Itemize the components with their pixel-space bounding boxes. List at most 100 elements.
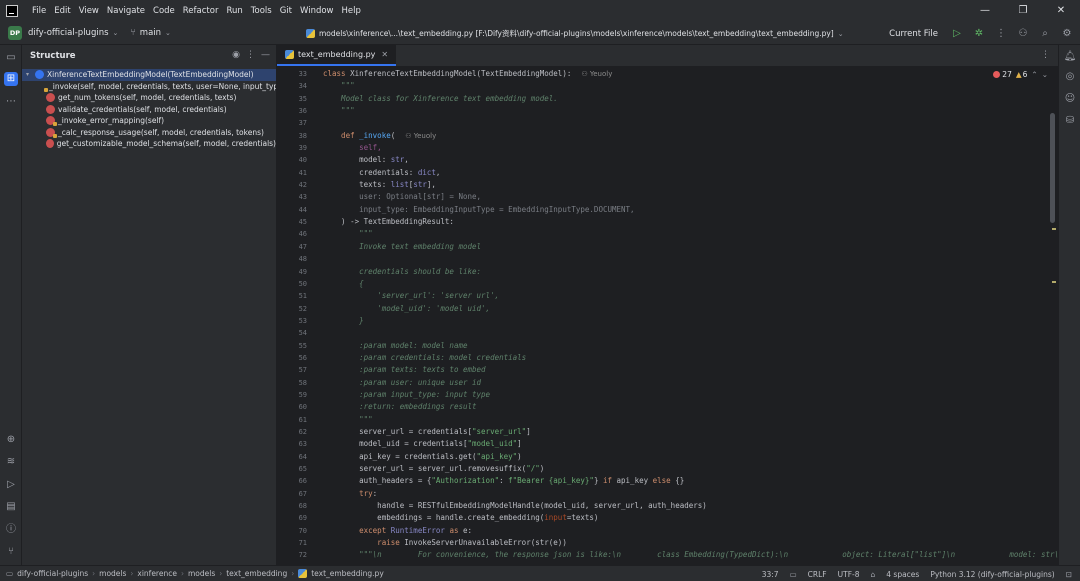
- minimize-button[interactable]: —: [966, 0, 1004, 22]
- notifications-bell-icon[interactable]: 🔔︎: [1063, 51, 1077, 62]
- project-selector[interactable]: dify-official-plugins: [28, 28, 109, 38]
- menu-navigate[interactable]: Navigate: [103, 0, 149, 22]
- menu-tools[interactable]: Tools: [247, 0, 276, 22]
- tree-item-label: get_customizable_model_schema(self, mode…: [56, 139, 276, 148]
- project-folder-icon[interactable]: ▭: [4, 51, 18, 65]
- ai-assistant-icon[interactable]: ◎: [1063, 71, 1077, 82]
- chevron-down-icon[interactable]: ⌄: [1042, 70, 1048, 79]
- breadcrumb-item[interactable]: models: [99, 569, 126, 578]
- indent-setting[interactable]: 4 spaces: [886, 570, 919, 579]
- code-line: :param texts: texts to embed: [323, 365, 486, 375]
- copilot-icon[interactable]: ☺: [1063, 93, 1077, 104]
- menu-run[interactable]: Run: [222, 0, 246, 22]
- structure-icon[interactable]: ⊞: [4, 72, 18, 86]
- more-icon[interactable]: ⋮: [992, 28, 1010, 39]
- file-path-bar[interactable]: models\xinference\...\text_embedding.py …: [306, 22, 844, 45]
- vcs-lock-icon[interactable]: ⊡: [1066, 570, 1072, 579]
- cursor-position[interactable]: 33:7: [762, 570, 779, 579]
- code-token: input: [544, 513, 567, 523]
- structure-tree: ▾ XinferenceTextEmbeddingModel(TextEmbed…: [22, 69, 276, 150]
- author-hint[interactable]: ⚇ Yeuoly: [405, 132, 436, 140]
- author-hint[interactable]: ⚇ Yeuoly: [581, 70, 612, 78]
- run-tool-icon[interactable]: ▷: [4, 478, 18, 492]
- menu-file[interactable]: File: [28, 0, 50, 22]
- window-icon[interactable]: ▭: [790, 570, 797, 579]
- tree-item-method[interactable]: get_num_tokens(self, model, credentials,…: [22, 92, 276, 104]
- maximize-button[interactable]: ❐: [1004, 0, 1042, 22]
- line-separator[interactable]: CRLF: [808, 570, 827, 579]
- tree-item-method[interactable]: _calc_response_usage(self, model, creden…: [22, 127, 276, 139]
- run-config-selector[interactable]: Current File: [889, 29, 938, 39]
- menu-code[interactable]: Code: [149, 0, 179, 22]
- property-method-icon: [46, 116, 57, 127]
- python-packages-icon[interactable]: ⊕: [4, 433, 18, 447]
- add-user-icon[interactable]: ⚇: [1014, 28, 1032, 39]
- lock-icon[interactable]: ⌂: [871, 570, 876, 579]
- eye-icon[interactable]: ◉: [232, 50, 240, 60]
- tree-item-method[interactable]: _invoke_error_mapping(self): [22, 115, 276, 127]
- code-line: :param user: unique user id: [323, 377, 482, 387]
- warning-marker[interactable]: [1052, 281, 1056, 283]
- menu-git[interactable]: Git: [276, 0, 296, 22]
- settings-gear-icon[interactable]: ⚙: [1058, 28, 1076, 39]
- code-line: """: [323, 414, 373, 424]
- file-path: models\xinference\...\text_embedding.py …: [319, 29, 834, 38]
- code-token: embeddings = handle.create_embedding(: [323, 513, 545, 523]
- breadcrumb-separator: ›: [219, 569, 223, 578]
- code-token: ,: [404, 155, 409, 165]
- line-number: 45: [298, 218, 307, 227]
- branch-selector[interactable]: ⑂ main ⌄: [130, 28, 171, 38]
- git-icon[interactable]: ⑂: [4, 545, 18, 559]
- code-lines[interactable]: class XinferenceTextEmbeddingModel(TextE…: [323, 68, 1058, 562]
- code-area[interactable]: 27 ▲6 ⌃ ⌄ 33 34 35 36 37 38 39 40 41 42 …: [277, 68, 1058, 565]
- breadcrumb-item[interactable]: models: [188, 569, 215, 578]
- code-token: ): [539, 464, 545, 473]
- breadcrumb-item[interactable]: dify-official-plugins: [17, 569, 88, 578]
- chevron-up-icon[interactable]: ⌃: [1031, 70, 1037, 79]
- project-badge[interactable]: DP: [8, 26, 22, 40]
- menu-view[interactable]: View: [75, 0, 103, 22]
- inspection-indicators[interactable]: 27 ▲6 ⌃ ⌄: [993, 70, 1048, 79]
- tab-text-embedding[interactable]: text_embedding.py ✕: [277, 44, 397, 66]
- close-icon[interactable]: ✕: [381, 50, 388, 59]
- terminal-icon[interactable]: ▤: [4, 500, 18, 514]
- file-encoding[interactable]: UTF-8: [838, 570, 860, 579]
- code-token: e:: [458, 525, 473, 535]
- menu-edit[interactable]: Edit: [50, 0, 74, 22]
- menu-help[interactable]: Help: [338, 0, 365, 22]
- more-icon[interactable]: ⋮: [1041, 50, 1050, 60]
- run-icon[interactable]: ▷: [948, 28, 966, 39]
- expand-arrow-icon[interactable]: ▾: [26, 69, 32, 81]
- layers-icon[interactable]: ≋: [4, 455, 18, 469]
- menu-refactor[interactable]: Refactor: [179, 0, 223, 22]
- code-token: raise: [323, 538, 405, 548]
- breadcrumb-item[interactable]: text_embedding: [226, 569, 287, 578]
- more-tools-icon[interactable]: ⋯: [4, 95, 18, 109]
- structure-panel: Structure ◉ ⋮ — ▾ XinferenceTextEmbeddin…: [22, 45, 277, 565]
- database-icon[interactable]: ⛁: [1063, 115, 1077, 126]
- tree-item-class[interactable]: ▾ XinferenceTextEmbeddingModel(TextEmbed…: [22, 69, 276, 81]
- line-number: 59: [298, 390, 307, 399]
- structure-header: Structure ◉ ⋮ —: [22, 45, 276, 67]
- python-interpreter[interactable]: Python 3.12 (dify-official-plugins): [930, 570, 1054, 579]
- method-icon: [46, 127, 57, 138]
- search-icon[interactable]: ⌕: [1036, 28, 1054, 39]
- warning-marker[interactable]: [1052, 228, 1056, 230]
- close-button[interactable]: ✕: [1042, 0, 1080, 22]
- tree-item-label: XinferenceTextEmbeddingModel(TextEmbeddi…: [47, 70, 254, 79]
- breadcrumb-item[interactable]: text_embedding.py: [311, 569, 384, 578]
- minimize-panel-icon[interactable]: —: [261, 50, 270, 60]
- line-number: 37: [298, 119, 307, 128]
- code-token: XinferenceTextEmbeddingModel: [350, 69, 477, 78]
- tree-item-method[interactable]: get_customizable_model_schema(self, mode…: [22, 138, 276, 150]
- tree-item-method[interactable]: validate_credentials(self, model, creden…: [22, 104, 276, 116]
- tree-item-method[interactable]: _invoke(self, model, credentials, texts,…: [22, 81, 276, 93]
- chevron-down-icon: ⌄: [837, 29, 844, 38]
- menu-window[interactable]: Window: [296, 0, 338, 22]
- line-number: 57: [298, 366, 307, 375]
- breadcrumb-item[interactable]: xinference: [137, 569, 177, 578]
- problems-icon[interactable]: ⓘ: [4, 523, 18, 537]
- debug-icon[interactable]: ✲: [970, 28, 988, 39]
- more-icon[interactable]: ⋮: [246, 50, 255, 60]
- editor-scrollbar[interactable]: [1050, 113, 1055, 223]
